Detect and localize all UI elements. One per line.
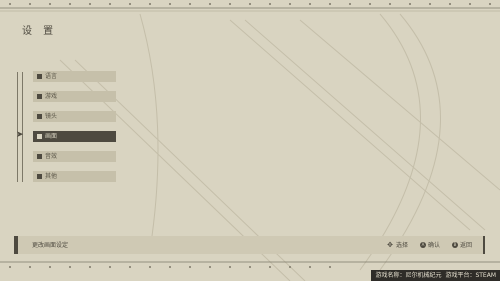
game-info-bar: 游戏名称：尼尔机械纪元 游戏平台：STEAM <box>371 270 500 281</box>
hint-select[interactable]: ✥ 选择 <box>386 240 408 249</box>
hint-confirm[interactable]: A 确认 <box>420 240 440 249</box>
menu-item-label: 游戏 <box>45 93 58 100</box>
menu-rail <box>17 72 23 182</box>
cursor-icon: ➤ <box>16 130 24 140</box>
dpad-icon: ✥ <box>387 240 393 249</box>
menu-item-label: 其他 <box>45 173 58 180</box>
hint-back[interactable]: B 返回 <box>452 240 472 249</box>
menu-item-language[interactable]: 语言 <box>33 71 116 82</box>
hint-label: 确认 <box>428 242 441 249</box>
square-icon <box>37 114 42 119</box>
status-description: 更改画面设定 <box>32 242 69 249</box>
page-title: 设 置 <box>22 26 58 37</box>
menu-item-display[interactable]: 画面 <box>33 131 116 142</box>
square-icon <box>37 94 42 99</box>
square-icon <box>37 134 42 139</box>
menu-item-label: 镜头 <box>45 113 58 120</box>
hint-label: 返回 <box>460 242 473 249</box>
menu-item-label: 语言 <box>45 73 58 80</box>
a-button-icon: A <box>420 241 426 248</box>
menu-item-audio[interactable]: 音效 <box>33 151 116 162</box>
b-button-icon: B <box>452 241 458 248</box>
hint-label: 选择 <box>396 242 409 249</box>
menu-item-camera[interactable]: 镜头 <box>33 111 116 122</box>
top-border-decoration <box>0 3 500 12</box>
square-icon <box>37 74 42 79</box>
menu-item-game[interactable]: 游戏 <box>33 91 116 102</box>
menu-item-label: 画面 <box>45 133 58 140</box>
status-bar: 更改画面设定 ✥ 选择 A 确认 B 返回 <box>14 236 485 254</box>
platform-text: 游戏平台：STEAM <box>445 272 496 279</box>
menu-item-label: 音效 <box>45 153 58 160</box>
square-icon <box>37 174 42 179</box>
settings-menu: 语言 游戏 镜头 画面 音效 其他 <box>33 71 116 191</box>
menu-item-other[interactable]: 其他 <box>33 171 116 182</box>
square-icon <box>37 154 42 159</box>
game-name-text: 游戏名称：尼尔机械纪元 <box>375 272 442 279</box>
